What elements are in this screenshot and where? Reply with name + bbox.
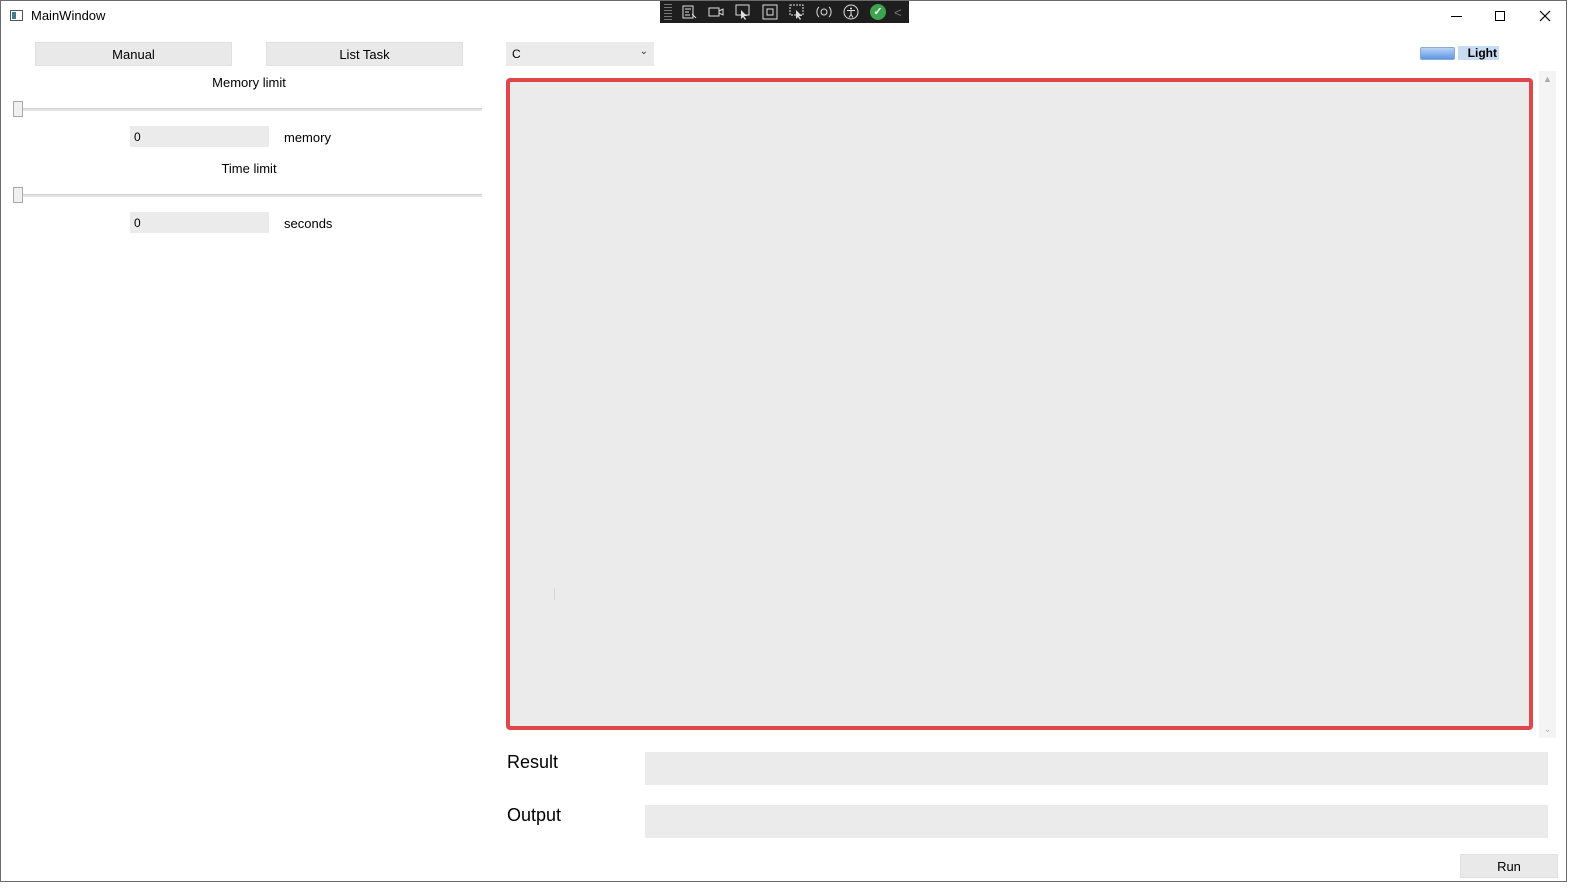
maximize-button[interactable]	[1477, 1, 1523, 31]
display-layout-adorners-button[interactable]	[760, 3, 780, 21]
slider-thumb[interactable]	[13, 101, 23, 117]
time-limit-slider[interactable]	[13, 187, 482, 203]
time-unit-label: seconds	[284, 216, 333, 231]
memory-input[interactable]	[130, 126, 269, 147]
minimize-icon	[1450, 15, 1462, 17]
memory-limit-slider[interactable]	[13, 101, 482, 117]
binding-check-icon: ✓	[870, 4, 886, 20]
code-editor[interactable]	[506, 78, 1533, 730]
language-select-value: C	[512, 47, 521, 61]
output-field[interactable]	[645, 805, 1548, 838]
window-title: MainWindow	[31, 8, 106, 23]
record-button[interactable]	[706, 3, 726, 21]
time-input[interactable]	[130, 212, 269, 233]
desktop-background	[1567, 0, 1586, 893]
result-field[interactable]	[645, 752, 1548, 785]
text-caret	[554, 588, 555, 600]
list-task-button[interactable]: List Task	[266, 42, 463, 66]
track-focus-icon	[789, 4, 804, 20]
result-label: Result	[507, 752, 559, 772]
slider-track	[13, 194, 482, 197]
close-icon	[1539, 10, 1551, 22]
language-select[interactable]: C ⌄	[506, 42, 654, 66]
hot-reload-icon	[816, 6, 832, 18]
toggle-switch[interactable]	[1420, 47, 1455, 60]
main-window: MainWindow ✓ < Manual List Task Memory l…	[0, 0, 1567, 882]
slider-track	[13, 108, 482, 111]
scroll-up-icon[interactable]: ▲	[1539, 71, 1556, 88]
slider-thumb[interactable]	[13, 187, 23, 203]
accessibility-icon	[843, 4, 859, 20]
close-button[interactable]	[1522, 1, 1568, 31]
minimize-button[interactable]	[1433, 1, 1479, 31]
output-label: Output	[507, 805, 562, 825]
binding-check-button[interactable]: ✓	[868, 3, 888, 21]
live-visual-tree-button[interactable]	[679, 3, 699, 21]
app-icon	[10, 10, 23, 21]
desktop-background	[0, 882, 1586, 893]
track-focus-button[interactable]	[787, 3, 807, 21]
live-visual-tree-icon	[682, 5, 697, 19]
hot-reload-button[interactable]	[814, 3, 834, 21]
collapse-toolbar-icon[interactable]: <	[894, 5, 902, 20]
theme-toggle[interactable]: Light	[1420, 46, 1499, 61]
manual-button[interactable]: Manual	[35, 42, 232, 66]
time-limit-label: Time limit	[221, 161, 277, 176]
run-button[interactable]: Run	[1460, 854, 1558, 878]
record-icon	[708, 7, 724, 17]
accessibility-button[interactable]	[841, 3, 861, 21]
display-layout-adorners-icon	[762, 4, 778, 20]
select-element-button[interactable]	[733, 3, 753, 21]
memory-limit-label: Memory limit	[212, 75, 286, 90]
chevron-down-icon: ⌄	[639, 46, 648, 57]
maximize-icon	[1495, 11, 1505, 21]
theme-toggle-label: Light	[1458, 46, 1499, 60]
editor-scrollbar[interactable]: ▲ ⌄	[1539, 71, 1556, 738]
select-element-icon	[735, 4, 750, 20]
xaml-debug-toolbar: ✓ <	[660, 1, 909, 23]
memory-unit-label: memory	[284, 130, 331, 145]
scroll-down-icon[interactable]: ⌄	[1539, 721, 1556, 738]
toolbar-grip[interactable]	[664, 4, 672, 20]
